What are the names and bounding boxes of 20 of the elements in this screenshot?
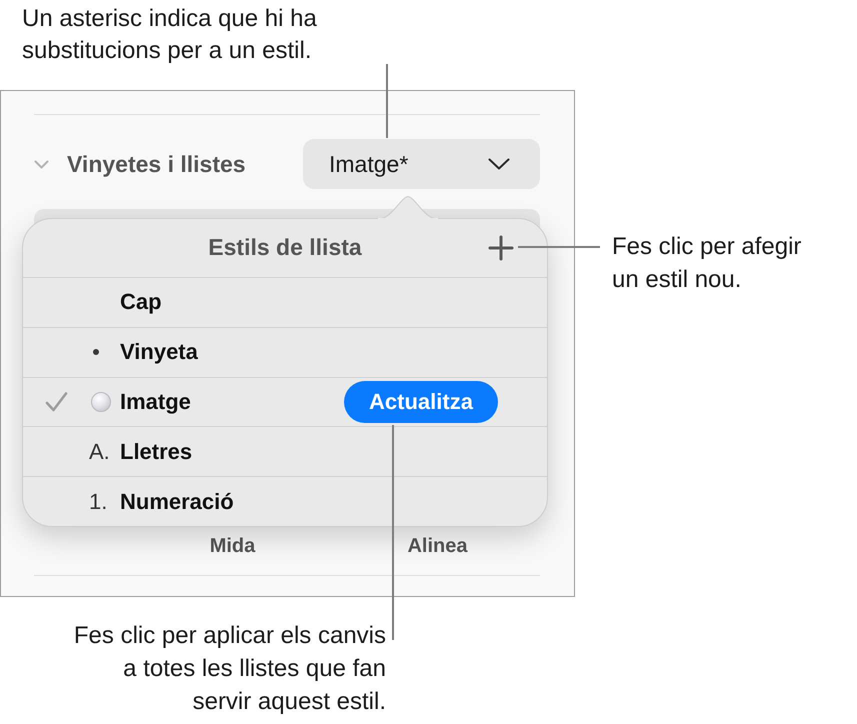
image-bullet-icon: [91, 392, 111, 412]
update-button[interactable]: Actualitza: [344, 380, 498, 423]
field-label: Mida: [210, 534, 256, 558]
bullet-icon: [93, 349, 99, 356]
chevron-down-icon: [488, 158, 510, 170]
popover-title: Estils de llista: [208, 234, 362, 262]
list-marker: A.: [89, 438, 110, 465]
callout-text: Fes clic per aplicar els canvis a totes les llistes que fan servir aquest estil.: [74, 621, 386, 717]
list-style-item[interactable]: Cap: [120, 289, 344, 316]
callout-text: Fes clic per afegir un estil nou.: [612, 232, 802, 295]
style-dropdown[interactable]: Imatge*: [303, 139, 540, 189]
list-style-item[interactable]: Imatge: [120, 388, 344, 415]
list-style-item[interactable]: Numeració: [120, 488, 344, 515]
callout-text: Un asterisc indica que hi ha substitucions per a un estil.: [22, 4, 317, 66]
list-marker: 1.: [89, 488, 108, 515]
list-style-item[interactable]: Vinyeta: [120, 339, 344, 366]
field-label: Alinea: [407, 534, 468, 558]
list-style-item[interactable]: Lletres: [120, 438, 344, 465]
section-title: Vinyetes i llistes: [67, 150, 246, 178]
add-icon[interactable]: [488, 234, 514, 261]
